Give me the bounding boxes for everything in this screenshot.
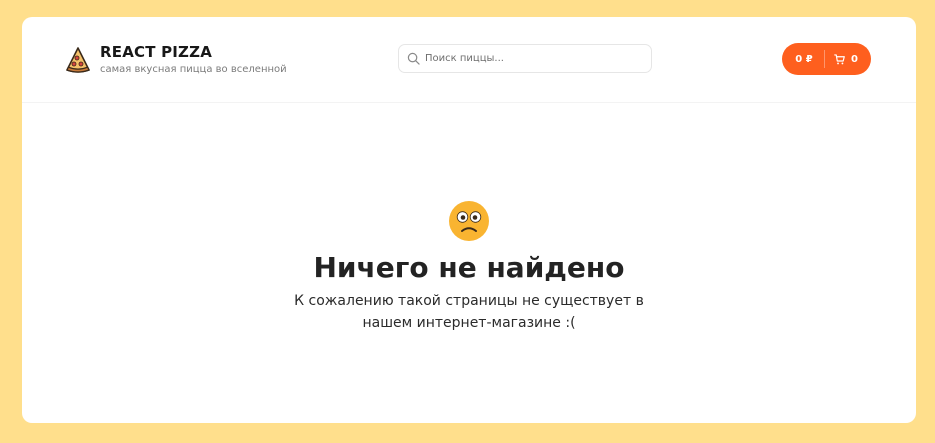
cart-price: 0 ₽ xyxy=(795,53,813,65)
cart-count: 0 xyxy=(851,53,858,65)
logo-title: REACT PIZZA xyxy=(100,43,213,61)
not-found-text-line: нашем интернет-магазине :( xyxy=(362,315,576,331)
search-box[interactable] xyxy=(398,44,652,73)
cart-icon xyxy=(834,53,845,64)
logo-subtitle: самая вкусная пицца во вселенной xyxy=(100,64,287,75)
search-icon xyxy=(407,52,420,65)
not-found-text: К сожалению такой страницы не существует… xyxy=(289,290,649,334)
not-found-title: Ничего не найдено xyxy=(313,251,625,284)
logo-text: REACT PIZZA самая вкусная пицца во вселе… xyxy=(100,43,287,77)
pizza-icon xyxy=(66,47,90,73)
cart-count-wrap: 0 xyxy=(825,54,858,65)
not-found-block: Ничего не найдено К сожалению такой стра… xyxy=(22,200,916,334)
not-found-text-line: К сожалению такой страницы не существует… xyxy=(294,293,644,309)
logo-link[interactable]: REACT PIZZA самая вкусная пицца во вселе… xyxy=(65,43,287,77)
header: REACT PIZZA самая вкусная пицца во вселе… xyxy=(22,17,916,103)
cart-button[interactable]: 0 ₽ 0 xyxy=(782,43,871,75)
confused-face-icon xyxy=(449,201,489,241)
search-input[interactable] xyxy=(425,53,635,64)
page-wrapper: REACT PIZZA самая вкусная пицца во вселе… xyxy=(22,17,916,423)
